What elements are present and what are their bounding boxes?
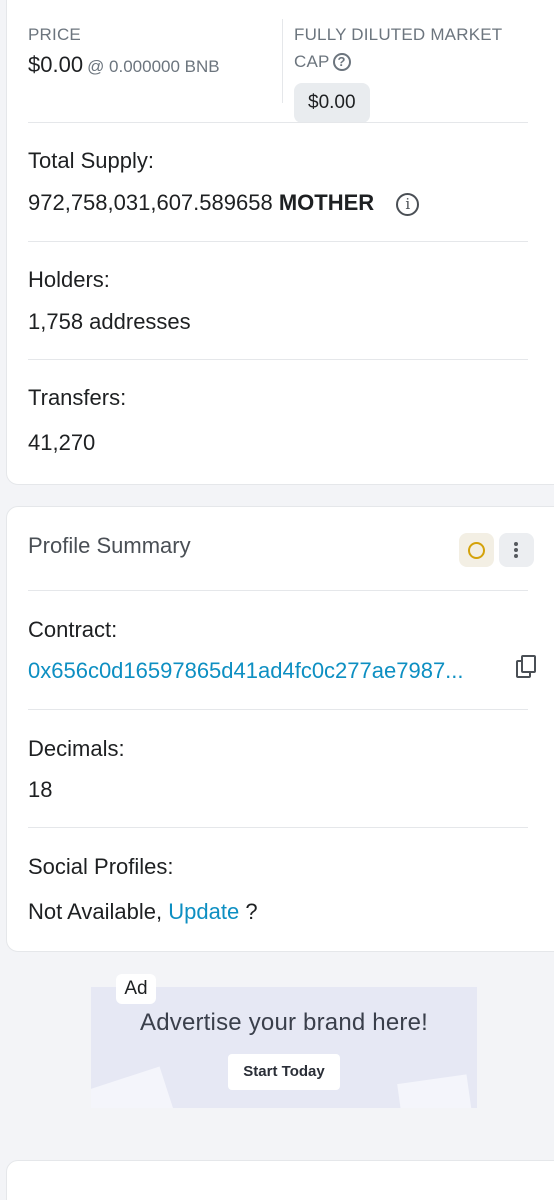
price-divider (282, 19, 283, 103)
more-options-button[interactable] (499, 533, 534, 567)
social-profiles-row: Not Available, Update ? (28, 899, 258, 925)
copy-icon[interactable] (516, 655, 538, 679)
ad-tag: Ad (116, 974, 156, 1004)
price-label: PRICE (28, 25, 81, 44)
total-supply-label: Total Supply: (28, 148, 154, 173)
transfers-value[interactable]: 41,270 (28, 430, 95, 456)
ad-decoration (91, 1066, 179, 1108)
total-supply-row: 972,758,031,607.589658 MOTHER i (28, 190, 420, 216)
market-cap-value: $0.00 (294, 83, 370, 123)
market-cap-section: FULLY DILUTED MARKET CAP? $0.00 (294, 21, 534, 123)
price-bnb: @ 0.000000 BNB (87, 57, 220, 76)
divider (28, 590, 528, 591)
price-section: PRICE $0.00 @ 0.000000 BNB (28, 21, 278, 80)
divider (28, 827, 528, 828)
next-card (6, 1160, 554, 1200)
profile-summary-card: Profile Summary Contract: 0x656c0d165978… (6, 506, 554, 952)
profile-summary-title: Profile Summary (28, 533, 191, 558)
ad-decoration (397, 1074, 475, 1108)
social-profiles-value: Not Available, (28, 899, 163, 924)
divider (28, 359, 528, 360)
market-cap-label-line1: FULLY DILUTED MARKET (294, 25, 503, 44)
contract-label: Contract: (28, 617, 118, 642)
holders-value[interactable]: 1,758 addresses (28, 309, 191, 335)
divider (28, 709, 528, 710)
divider (28, 122, 528, 123)
social-profiles-suffix: ? (245, 899, 258, 924)
info-circle-icon[interactable]: i (396, 193, 420, 216)
transfers-label: Transfers: (28, 385, 127, 410)
holders-label: Holders: (28, 267, 110, 292)
ad-headline: Advertise your brand here! (139, 1009, 429, 1036)
total-supply-value: 972,758,031,607.589658 (28, 190, 273, 215)
token-symbol: MOTHER (278, 190, 375, 215)
social-profiles-label: Social Profiles: (28, 854, 174, 879)
vertical-dots-icon (514, 542, 519, 560)
market-cap-label-line2: CAP? (294, 48, 534, 75)
ad-banner[interactable]: Advertise your brand here! Start Today (91, 987, 477, 1108)
circle-status-icon (468, 542, 485, 559)
token-overview-card: PRICE $0.00 @ 0.000000 BNB FULLY DILUTED … (6, 0, 554, 485)
decimals-label: Decimals: (28, 736, 125, 761)
update-link[interactable]: Update (168, 899, 239, 924)
question-circle-icon[interactable]: ? (332, 53, 351, 71)
divider (28, 241, 528, 242)
ad-start-button[interactable]: Start Today (228, 1054, 340, 1090)
decimals-value: 18 (28, 777, 53, 802)
contract-address-link[interactable]: 0x656c0d16597865d41ad4fc0c277ae7987... (28, 658, 464, 684)
price-row: $0.00 @ 0.000000 BNB (28, 52, 278, 80)
price-value: $0.00 (28, 52, 84, 77)
status-button[interactable] (459, 533, 494, 567)
